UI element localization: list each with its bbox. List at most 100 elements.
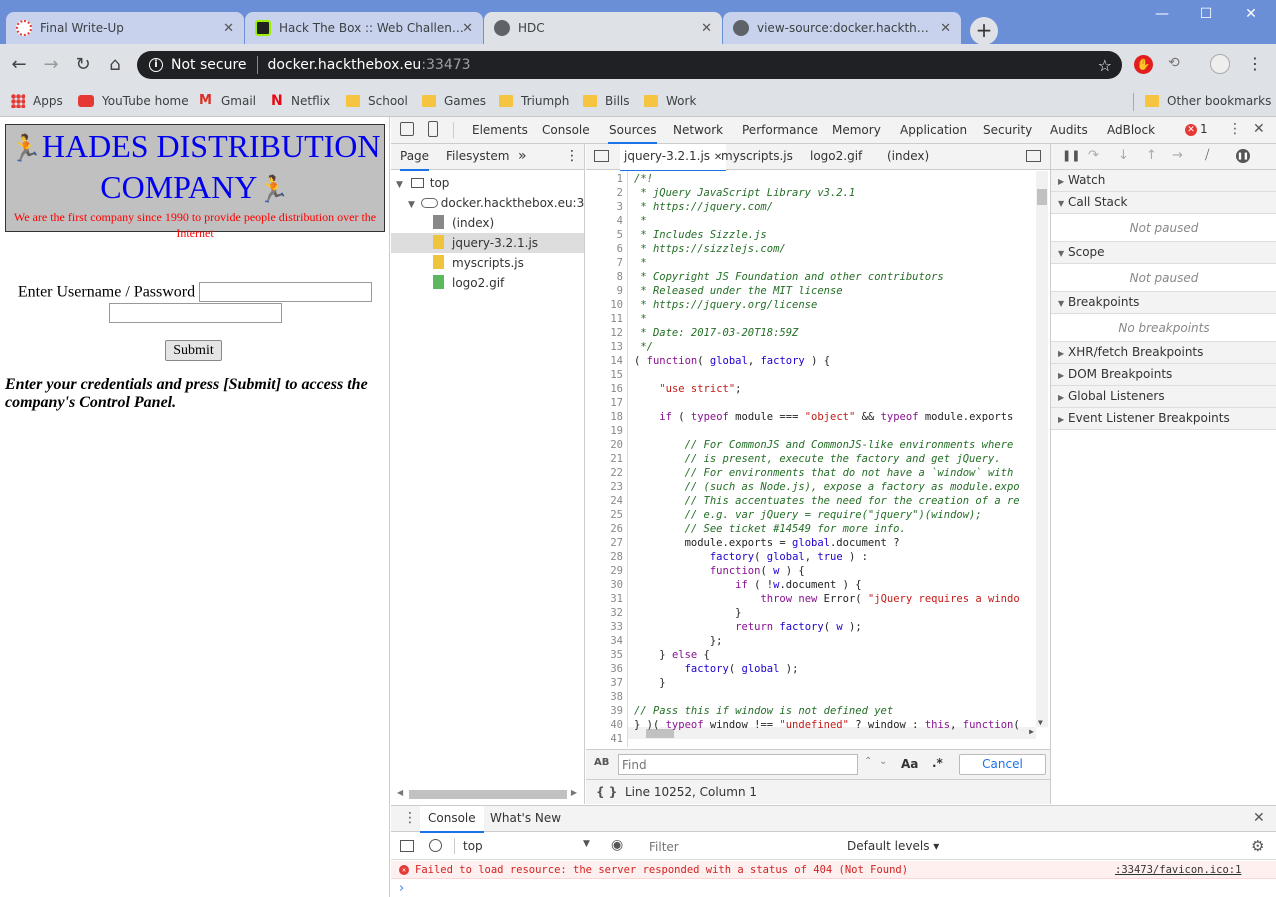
deactivate-breakpoints-icon[interactable]: ⧸ (1205, 148, 1209, 163)
line-number[interactable]: 6 (617, 243, 623, 255)
tab-adblock[interactable]: AdBlock (1107, 117, 1155, 144)
username-input[interactable] (199, 282, 373, 302)
forward-button[interactable]: → (39, 54, 63, 75)
find-next-icon[interactable]: ⌄ (879, 756, 887, 767)
bookmark-folder-triumph[interactable]: Triumph (499, 91, 569, 111)
find-input[interactable] (618, 754, 858, 775)
bookmark-folder-work[interactable]: Work (644, 91, 696, 111)
new-tab-button[interactable]: + (970, 17, 998, 45)
line-number[interactable]: 24 (610, 495, 623, 507)
menu-kebab-icon[interactable]: ⋮ (1247, 54, 1263, 73)
code-area[interactable]: 1 2 3 4 5 6 7 8 9 10 11 12 13 14 15 16 17 18 19 20 21 22 23 24 2… (586, 171, 1050, 747)
line-number[interactable]: 9 (617, 285, 623, 297)
eye-icon[interactable]: ◉ (611, 837, 623, 853)
error-icon[interactable]: ✕ (1185, 124, 1197, 136)
toggle-navigator-icon[interactable] (594, 150, 609, 162)
line-number[interactable]: 10 (610, 299, 623, 311)
profile-avatar[interactable] (1210, 54, 1230, 74)
line-number[interactable]: 40 (610, 719, 623, 731)
bookmark-folder-bills[interactable]: Bills (583, 91, 630, 111)
tab-security[interactable]: Security (983, 117, 1032, 144)
tab-audits[interactable]: Audits (1050, 117, 1088, 144)
close-icon[interactable]: ✕ (223, 21, 234, 36)
horizontal-scrollbar[interactable]: ◀ ▶ (397, 787, 583, 801)
bookmark-gmail[interactable]: M Gmail (199, 91, 256, 111)
line-number[interactable]: 26 (610, 523, 623, 535)
close-icon[interactable]: ✕ (1253, 121, 1265, 137)
drawer-menu-icon[interactable]: ⋮ (403, 810, 417, 826)
tree-item-index[interactable]: (index) (391, 213, 584, 233)
console-prompt[interactable]: › (399, 881, 404, 896)
section-watch[interactable]: ▶ Watch (1051, 170, 1276, 192)
tree-item-myscripts[interactable]: myscripts.js (391, 253, 584, 273)
dropdown-arrow-icon[interactable]: ▼ (583, 839, 590, 849)
tree-item-jquery[interactable]: jquery-3.2.1.js (391, 233, 584, 253)
password-input[interactable] (108, 303, 282, 323)
find-prev-icon[interactable]: ⌃ (864, 756, 872, 767)
line-number[interactable]: 18 (610, 411, 623, 423)
line-number[interactable]: 11 (610, 313, 623, 325)
close-icon[interactable]: ✕ (940, 21, 951, 36)
section-dom-breakpoints[interactable]: ▶ DOM Breakpoints (1051, 364, 1276, 386)
clear-console-icon[interactable] (429, 839, 442, 852)
line-number[interactable]: 21 (610, 453, 623, 465)
minimize-button[interactable]: — (1152, 6, 1172, 22)
tree-item-top[interactable]: ▼ top (391, 173, 584, 193)
line-number[interactable]: 37 (610, 677, 623, 689)
vertical-scrollbar[interactable]: ▼ (1036, 171, 1048, 727)
inspect-element-icon[interactable] (400, 122, 414, 136)
line-number[interactable]: 14 (610, 355, 623, 367)
tab-memory[interactable]: Memory (832, 117, 881, 144)
line-number[interactable]: 3 (617, 201, 623, 213)
line-number[interactable]: 12 (610, 327, 623, 339)
browser-tab-hdc[interactable]: HDC ✕ (484, 12, 722, 44)
line-number[interactable]: 15 (610, 369, 623, 381)
devtools-menu-icon[interactable]: ⋮ (1228, 121, 1242, 137)
error-count[interactable]: 1 (1200, 122, 1208, 136)
tab-console[interactable]: Console (542, 117, 590, 144)
line-number[interactable]: 16 (610, 383, 623, 395)
line-number[interactable]: 23 (610, 481, 623, 493)
close-icon[interactable]: ✕ (701, 21, 712, 36)
line-number[interactable]: 41 (610, 733, 623, 745)
device-toolbar-icon[interactable] (428, 121, 438, 137)
editor-tab-logo[interactable]: logo2.gif (810, 144, 862, 169)
line-number[interactable]: 33 (610, 621, 623, 633)
section-event-listener-breakpoints[interactable]: ▶ Event Listener Breakpoints (1051, 408, 1276, 430)
line-number[interactable]: 28 (610, 551, 623, 563)
line-number[interactable]: 34 (610, 635, 623, 647)
section-xhr-breakpoints[interactable]: ▶ XHR/fetch Breakpoints (1051, 342, 1276, 364)
tab-sources[interactable]: Sources (608, 117, 658, 144)
tab-page[interactable]: Page (400, 144, 430, 171)
match-case-button[interactable]: Aa (901, 757, 918, 771)
editor-tab-myscripts[interactable]: myscripts.js (721, 144, 793, 169)
section-call-stack[interactable]: ▼ Call Stack (1051, 192, 1276, 214)
tree-item-origin[interactable]: ▼ docker.hackthebox.eu:33473 (391, 193, 584, 213)
section-global-listeners[interactable]: ▶ Global Listeners (1051, 386, 1276, 408)
more-tabs-icon[interactable]: » (518, 144, 527, 169)
adblock-extension-icon[interactable]: ✋ (1134, 55, 1153, 74)
bookmark-youtube[interactable]: YouTube home (78, 91, 189, 111)
browser-tab-hackthebox[interactable]: Hack The Box :: Web Challenges ✕ (245, 12, 483, 44)
section-scope[interactable]: ▼ Scope (1051, 242, 1276, 264)
close-icon[interactable]: ✕ (462, 21, 473, 36)
line-number[interactable]: 2 (617, 187, 623, 199)
log-levels-select[interactable]: Default levels ▾ (847, 839, 939, 853)
line-number[interactable]: 20 (610, 439, 623, 451)
line-number[interactable]: 35 (610, 649, 623, 661)
editor-tab-jquery[interactable]: jquery-3.2.1.js ✕ (620, 144, 727, 172)
line-number[interactable]: 5 (617, 229, 623, 241)
line-number[interactable]: 17 (610, 397, 623, 409)
step-over-icon[interactable]: ↷ (1088, 148, 1099, 163)
tree-item-logo[interactable]: logo2.gif (391, 273, 584, 293)
browser-tab-view-source[interactable]: view-source:docker.hackthebox.e ✕ (723, 12, 961, 44)
section-breakpoints[interactable]: ▼ Breakpoints (1051, 292, 1276, 314)
pause-icon[interactable]: ❚❚ (1062, 149, 1080, 162)
close-icon[interactable]: ✕ (1253, 810, 1265, 826)
line-number[interactable]: 30 (610, 579, 623, 591)
bookmark-folder-games[interactable]: Games (422, 91, 486, 111)
tab-network[interactable]: Network (673, 117, 723, 144)
line-number[interactable]: 8 (617, 271, 623, 283)
step-into-icon[interactable]: ↓ (1118, 148, 1129, 163)
line-number[interactable]: 25 (610, 509, 623, 521)
